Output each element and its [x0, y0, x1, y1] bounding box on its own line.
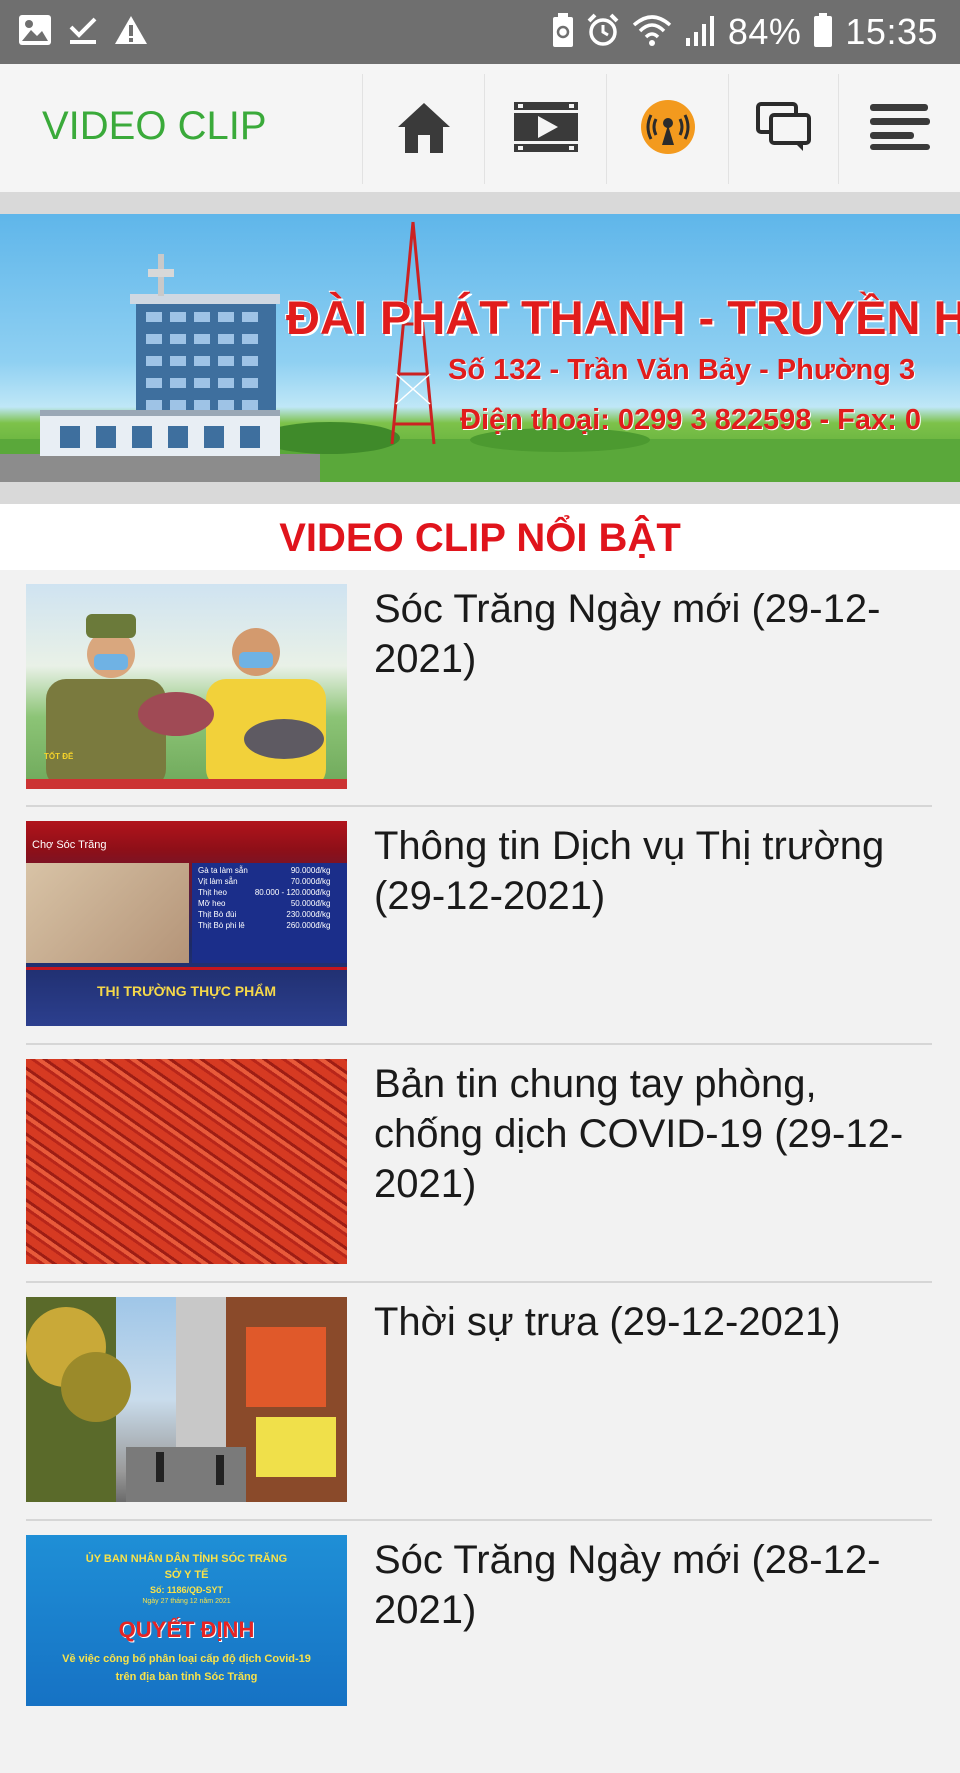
- battery-saver-icon: [552, 12, 574, 52]
- thumb-line-7: trên địa bàn tỉnh Sóc Trăng: [115, 1671, 258, 1683]
- live-radio-icon: [640, 99, 696, 160]
- nav-chat-button[interactable]: [728, 74, 839, 184]
- video-list-item[interactable]: TỐT ĐỂ Sóc Trăng Ngày mới (29-12-2021): [26, 584, 932, 822]
- price-row: Thịt heo 80.000 - 120.000đ/kg: [198, 888, 331, 897]
- video-thumbnail[interactable]: ỦY BAN NHÂN DÂN TỈNH SÓC TRĂNG SỞ Y TẾ S…: [26, 1535, 347, 1706]
- thumb-banner: THỊ TRƯỜNG THỰC PHẨM: [96, 983, 277, 999]
- divider: [26, 805, 932, 807]
- download-done-icon: [68, 14, 98, 51]
- app-header: VIDEO CLIP: [0, 64, 960, 193]
- signal-icon: [684, 14, 716, 51]
- video-title[interactable]: Sóc Trăng Ngày mới (29-12-2021): [374, 584, 934, 684]
- banner-title: ĐÀI PHÁT THANH - TRUYỀN H: [286, 291, 960, 344]
- thumb-line-6: Về việc công bố phân loại cấp độ dịch Co…: [62, 1653, 311, 1665]
- warning-icon: [114, 14, 148, 51]
- featured-heading: VIDEO CLIP NỔI BẬT: [279, 516, 681, 560]
- video-list-item[interactable]: ỦY BAN NHÂN DÂN TỈNH SÓC TRĂNG SỞ Y TẾ S…: [26, 1535, 932, 1773]
- separator: [0, 482, 960, 504]
- station-building-image: [0, 221, 960, 482]
- image-icon: [18, 14, 52, 51]
- video-thumbnail[interactable]: [26, 1297, 347, 1502]
- chat-icon: [755, 101, 813, 158]
- price-row: Thịt Bò đùi 230.000đ/kg: [198, 910, 331, 919]
- thumb-line-1: ỦY BAN NHÂN DÂN TỈNH SÓC TRĂNG: [85, 1553, 288, 1565]
- video-icon: [512, 100, 580, 159]
- video-list-item[interactable]: Bản tin chung tay phòng, chống dịch COVI…: [26, 1059, 932, 1297]
- video-list-item[interactable]: Thời sự trưa (29-12-2021): [26, 1297, 932, 1535]
- price-board: Gà ta làm sẵn 90.000đ/kg Vịt làm sẵn 70.00…: [192, 863, 347, 963]
- nav-home-button[interactable]: [362, 74, 485, 184]
- status-bar: 84% 15:35: [0, 0, 960, 64]
- alarm-icon: [586, 13, 620, 52]
- video-title[interactable]: Bản tin chung tay phòng, chống dịch COVI…: [374, 1059, 934, 1209]
- price-row: Vịt làm sẵn 70.000đ/kg: [198, 877, 331, 886]
- divider: [26, 1043, 932, 1045]
- video-thumbnail[interactable]: Chợ Sóc Trăng Gà ta làm sẵn 90.000đ/kg Vị…: [26, 821, 347, 1026]
- nav-video-button[interactable]: [484, 74, 607, 184]
- price-row: Gà ta làm sẵn 90.000đ/kg: [198, 866, 331, 875]
- thumb-logo: TỐT ĐỂ: [44, 752, 74, 761]
- station-banner: ĐÀI PHÁT THANH - TRUYỀN H Số 132 - Trần …: [0, 214, 960, 482]
- menu-icon: [868, 102, 932, 157]
- nav-menu-button[interactable]: [838, 74, 960, 184]
- thumb-line-2: SỞ Y TẾ: [164, 1569, 209, 1581]
- banner-phone: Điện thoại: 0299 3 822598 - Fax: 0: [460, 404, 921, 436]
- video-thumbnail[interactable]: TỐT ĐỂ: [26, 584, 347, 789]
- divider: [26, 1281, 932, 1283]
- thumb-line-5: QUYẾT ĐỊNH: [118, 1617, 255, 1642]
- wifi-icon: [632, 13, 672, 52]
- video-title[interactable]: Thời sự trưa (29-12-2021): [374, 1297, 934, 1347]
- home-icon: [394, 99, 454, 160]
- battery-percent: 84%: [727, 11, 802, 52]
- video-list-item[interactable]: Chợ Sóc Trăng Gà ta làm sẵn 90.000đ/kg Vị…: [26, 821, 932, 1059]
- thumb-line-3: Số: 1186/QĐ-SYT: [149, 1585, 224, 1595]
- video-title[interactable]: Sóc Trăng Ngày mới (28-12-2021): [374, 1535, 934, 1635]
- separator: [0, 192, 960, 214]
- price-row: Thịt Bò phi lê 260.000đ/kg: [198, 921, 331, 930]
- battery-icon: [813, 12, 833, 52]
- divider: [26, 1519, 932, 1521]
- video-thumbnail[interactable]: [26, 1059, 347, 1264]
- nav-live-radio-button[interactable]: [606, 74, 729, 184]
- clock: 15:35: [845, 11, 938, 52]
- price-row: Mỡ heo 50.000đ/kg: [198, 899, 331, 908]
- video-title[interactable]: Thông tin Dịch vụ Thị trường (29-12-2021…: [374, 821, 934, 921]
- food-image: [26, 863, 189, 963]
- thumb-line-4: Ngày 27 tháng 12 năm 2021: [142, 1598, 231, 1605]
- thumb-tag: Chợ Sóc Trăng: [32, 839, 107, 851]
- featured-header: VIDEO CLIP NỔI BẬT: [0, 504, 960, 570]
- banner-address: Số 132 - Trần Văn Bảy - Phường 3: [448, 354, 916, 386]
- page-title: VIDEO CLIP: [42, 104, 267, 148]
